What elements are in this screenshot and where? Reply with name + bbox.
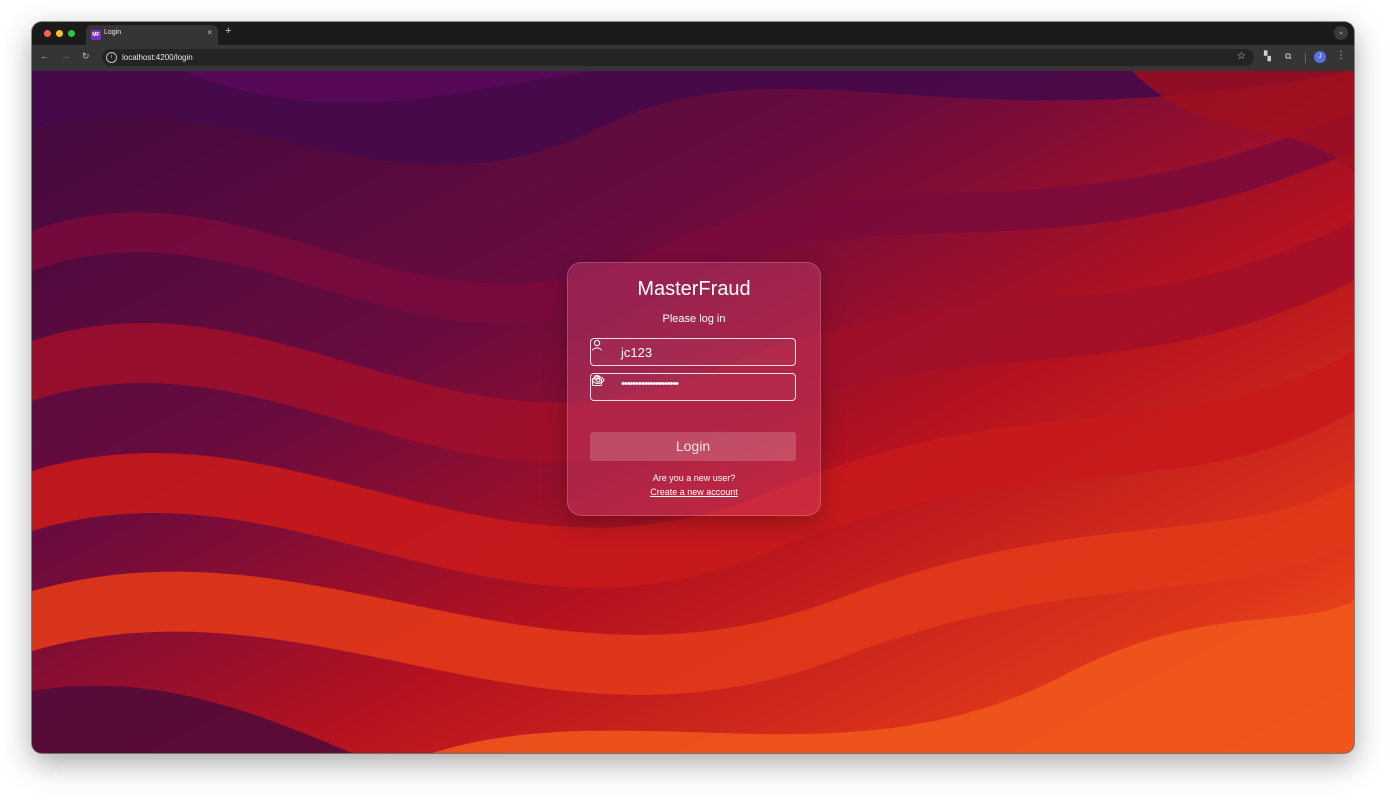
more-menu-icon[interactable]: ⋮ <box>1336 50 1346 61</box>
profile-avatar[interactable]: J <box>1314 51 1326 63</box>
extension-icon[interactable]: ▚ <box>1264 51 1271 62</box>
minimize-window-button[interactable] <box>56 30 63 37</box>
username-field[interactable]: jc123 <box>590 338 796 366</box>
reload-icon[interactable]: ↻ <box>82 51 90 62</box>
url-text[interactable]: localhost:4200/login <box>122 53 193 62</box>
tab-title: Login <box>104 29 122 36</box>
browser-window: MF Login × + ⌄ ← → ↻ i localhost:4200/lo… <box>32 22 1354 753</box>
password-value[interactable]: •••••••••••••••••••• <box>621 378 679 390</box>
user-icon <box>592 339 602 351</box>
address-bar[interactable]: i localhost:4200/login ☆ <box>102 49 1254 66</box>
zoom-window-button[interactable] <box>68 30 75 37</box>
star-icon[interactable]: ☆ <box>1237 51 1246 62</box>
tab-bar: MF Login × + ⌄ <box>32 22 1354 45</box>
close-tab-icon[interactable]: × <box>207 28 212 37</box>
close-window-button[interactable] <box>44 30 51 37</box>
new-user-prompt: Are you a new user? <box>652 473 736 483</box>
login-subtitle: Please log in <box>662 313 726 325</box>
login-card: MasterFraud Please log in jc123 ••••••••… <box>567 262 821 516</box>
back-icon[interactable]: ← <box>40 51 49 61</box>
extensions-puzzle-icon[interactable]: ⧉ <box>1285 51 1291 62</box>
site-info-icon[interactable]: i <box>106 52 117 63</box>
toolbar-divider <box>1305 53 1306 63</box>
tab-login[interactable]: MF Login × <box>86 25 218 45</box>
login-page: MasterFraud Please log in jc123 ••••••••… <box>32 71 1354 753</box>
create-account-link[interactable]: Create a new account <box>568 487 820 497</box>
new-tab-button[interactable]: + <box>225 25 231 37</box>
browser-toolbar: ← → ↻ i localhost:4200/login ☆ ▚ ⧉ J ⋮ <box>32 45 1354 71</box>
tab-search-icon[interactable]: ⌄ <box>1334 26 1348 40</box>
app-title: MasterFraud <box>637 278 751 300</box>
login-button[interactable]: Login <box>590 432 796 461</box>
eye-icon[interactable] <box>591 374 605 386</box>
username-value[interactable]: jc123 <box>621 345 652 360</box>
password-field[interactable]: •••••••••••••••••••• <box>590 373 796 401</box>
favicon-icon: MF <box>91 30 101 40</box>
forward-icon[interactable]: → <box>61 51 70 61</box>
